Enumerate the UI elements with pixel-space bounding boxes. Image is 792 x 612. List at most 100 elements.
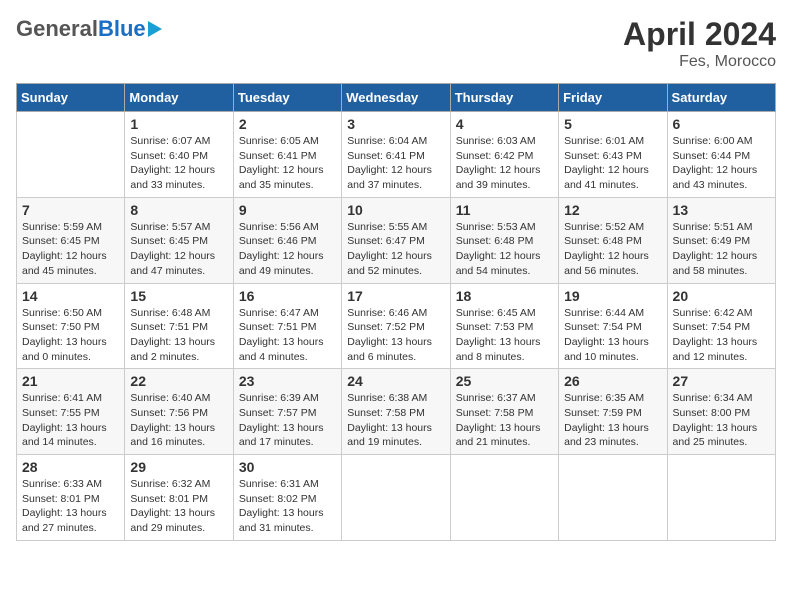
calendar-cell [17,112,125,198]
day-number: 1 [130,116,227,132]
day-info: Sunrise: 6:32 AM Sunset: 8:01 PM Dayligh… [130,477,227,536]
title-block: April 2024 Fes, Morocco [623,16,776,71]
day-number: 10 [347,202,444,218]
day-info: Sunrise: 6:31 AM Sunset: 8:02 PM Dayligh… [239,477,336,536]
calendar-header-saturday: Saturday [667,84,775,112]
calendar-header-thursday: Thursday [450,84,558,112]
calendar-cell [342,455,450,541]
day-info: Sunrise: 6:00 AM Sunset: 6:44 PM Dayligh… [673,134,770,193]
calendar-cell: 1 Sunrise: 6:07 AM Sunset: 6:40 PM Daylig… [125,112,233,198]
day-info: Sunrise: 6:45 AM Sunset: 7:53 PM Dayligh… [456,306,553,365]
day-number: 2 [239,116,336,132]
calendar-cell: 30 Sunrise: 6:31 AM Sunset: 8:02 PM Dayli… [233,455,341,541]
month-title: April 2024 [623,16,776,53]
calendar-week-row: 14 Sunrise: 6:50 AM Sunset: 7:50 PM Dayli… [17,283,776,369]
day-number: 29 [130,459,227,475]
day-number: 17 [347,288,444,304]
calendar-week-row: 7 Sunrise: 5:59 AM Sunset: 6:45 PM Daylig… [17,197,776,283]
calendar-cell: 10 Sunrise: 5:55 AM Sunset: 6:47 PM Dayli… [342,197,450,283]
calendar-header-wednesday: Wednesday [342,84,450,112]
day-info: Sunrise: 6:07 AM Sunset: 6:40 PM Dayligh… [130,134,227,193]
calendar-cell: 21Sunrise: 6:41 AM Sunset: 7:55 PM Dayli… [17,369,125,455]
day-info: Sunrise: 6:42 AM Sunset: 7:54 PM Dayligh… [673,306,770,365]
day-number: 8 [130,202,227,218]
logo-general: General [16,16,98,42]
calendar-header-friday: Friday [559,84,667,112]
calendar-cell: 18 Sunrise: 6:45 AM Sunset: 7:53 PM Dayli… [450,283,558,369]
calendar-cell: 9 Sunrise: 5:56 AM Sunset: 6:46 PM Daylig… [233,197,341,283]
day-number: 14 [22,288,119,304]
calendar-header-sunday: Sunday [17,84,125,112]
day-info: Sunrise: 6:05 AM Sunset: 6:41 PM Dayligh… [239,134,336,193]
page-header: General Blue April 2024 Fes, Morocco [16,16,776,71]
calendar-week-row: 21Sunrise: 6:41 AM Sunset: 7:55 PM Dayli… [17,369,776,455]
calendar-cell: 7 Sunrise: 5:59 AM Sunset: 6:45 PM Daylig… [17,197,125,283]
calendar-cell: 15 Sunrise: 6:48 AM Sunset: 7:51 PM Dayli… [125,283,233,369]
calendar-cell: 19 Sunrise: 6:44 AM Sunset: 7:54 PM Dayli… [559,283,667,369]
day-number: 15 [130,288,227,304]
calendar-cell: 13Sunrise: 5:51 AM Sunset: 6:49 PM Dayli… [667,197,775,283]
day-number: 18 [456,288,553,304]
calendar-cell: 29 Sunrise: 6:32 AM Sunset: 8:01 PM Dayli… [125,455,233,541]
day-number: 30 [239,459,336,475]
day-number: 26 [564,373,661,389]
day-info: Sunrise: 6:01 AM Sunset: 6:43 PM Dayligh… [564,134,661,193]
day-info: Sunrise: 6:33 AM Sunset: 8:01 PM Dayligh… [22,477,119,536]
day-info: Sunrise: 6:48 AM Sunset: 7:51 PM Dayligh… [130,306,227,365]
calendar-cell: 22 Sunrise: 6:40 AM Sunset: 7:56 PM Dayli… [125,369,233,455]
calendar-header-monday: Monday [125,84,233,112]
day-number: 13 [673,202,770,218]
day-info: Sunrise: 5:55 AM Sunset: 6:47 PM Dayligh… [347,220,444,279]
day-info: Sunrise: 5:59 AM Sunset: 6:45 PM Dayligh… [22,220,119,279]
day-number: 11 [456,202,553,218]
day-info: Sunrise: 6:04 AM Sunset: 6:41 PM Dayligh… [347,134,444,193]
day-info: Sunrise: 6:34 AM Sunset: 8:00 PM Dayligh… [673,391,770,450]
day-info: Sunrise: 6:44 AM Sunset: 7:54 PM Dayligh… [564,306,661,365]
calendar-cell [559,455,667,541]
day-number: 20 [673,288,770,304]
day-number: 7 [22,202,119,218]
calendar-cell: 27 Sunrise: 6:34 AM Sunset: 8:00 PM Dayli… [667,369,775,455]
calendar-cell: 20 Sunrise: 6:42 AM Sunset: 7:54 PM Dayli… [667,283,775,369]
day-info: Sunrise: 6:50 AM Sunset: 7:50 PM Dayligh… [22,306,119,365]
day-info: Sunrise: 6:40 AM Sunset: 7:56 PM Dayligh… [130,391,227,450]
calendar-cell: 3 Sunrise: 6:04 AM Sunset: 6:41 PM Daylig… [342,112,450,198]
calendar-week-row: 28Sunrise: 6:33 AM Sunset: 8:01 PM Dayli… [17,455,776,541]
calendar-cell: 6 Sunrise: 6:00 AM Sunset: 6:44 PM Daylig… [667,112,775,198]
day-number: 6 [673,116,770,132]
calendar-cell [667,455,775,541]
day-number: 27 [673,373,770,389]
calendar-cell: 12Sunrise: 5:52 AM Sunset: 6:48 PM Dayli… [559,197,667,283]
day-info: Sunrise: 5:56 AM Sunset: 6:46 PM Dayligh… [239,220,336,279]
day-info: Sunrise: 6:37 AM Sunset: 7:58 PM Dayligh… [456,391,553,450]
calendar-cell: 11 Sunrise: 5:53 AM Sunset: 6:48 PM Dayli… [450,197,558,283]
calendar-cell: 23Sunrise: 6:39 AM Sunset: 7:57 PM Dayli… [233,369,341,455]
day-number: 19 [564,288,661,304]
day-number: 9 [239,202,336,218]
logo-arrow-icon [148,21,162,37]
day-number: 22 [130,373,227,389]
day-number: 4 [456,116,553,132]
calendar-cell: 5Sunrise: 6:01 AM Sunset: 6:43 PM Daylig… [559,112,667,198]
day-number: 3 [347,116,444,132]
day-number: 25 [456,373,553,389]
logo: General Blue [16,16,162,42]
day-info: Sunrise: 5:57 AM Sunset: 6:45 PM Dayligh… [130,220,227,279]
calendar-cell [450,455,558,541]
calendar-cell: 16Sunrise: 6:47 AM Sunset: 7:51 PM Dayli… [233,283,341,369]
day-info: Sunrise: 6:47 AM Sunset: 7:51 PM Dayligh… [239,306,336,365]
calendar-cell: 24Sunrise: 6:38 AM Sunset: 7:58 PM Dayli… [342,369,450,455]
day-info: Sunrise: 6:35 AM Sunset: 7:59 PM Dayligh… [564,391,661,450]
day-number: 23 [239,373,336,389]
calendar-cell: 25 Sunrise: 6:37 AM Sunset: 7:58 PM Dayli… [450,369,558,455]
calendar-cell: 4Sunrise: 6:03 AM Sunset: 6:42 PM Daylig… [450,112,558,198]
calendar-cell: 28Sunrise: 6:33 AM Sunset: 8:01 PM Dayli… [17,455,125,541]
calendar-cell: 17Sunrise: 6:46 AM Sunset: 7:52 PM Dayli… [342,283,450,369]
calendar-cell: 8 Sunrise: 5:57 AM Sunset: 6:45 PM Daylig… [125,197,233,283]
day-info: Sunrise: 5:53 AM Sunset: 6:48 PM Dayligh… [456,220,553,279]
calendar-header-row: SundayMondayTuesdayWednesdayThursdayFrid… [17,84,776,112]
calendar-cell: 14 Sunrise: 6:50 AM Sunset: 7:50 PM Dayli… [17,283,125,369]
day-number: 12 [564,202,661,218]
calendar-week-row: 1 Sunrise: 6:07 AM Sunset: 6:40 PM Daylig… [17,112,776,198]
day-number: 21 [22,373,119,389]
